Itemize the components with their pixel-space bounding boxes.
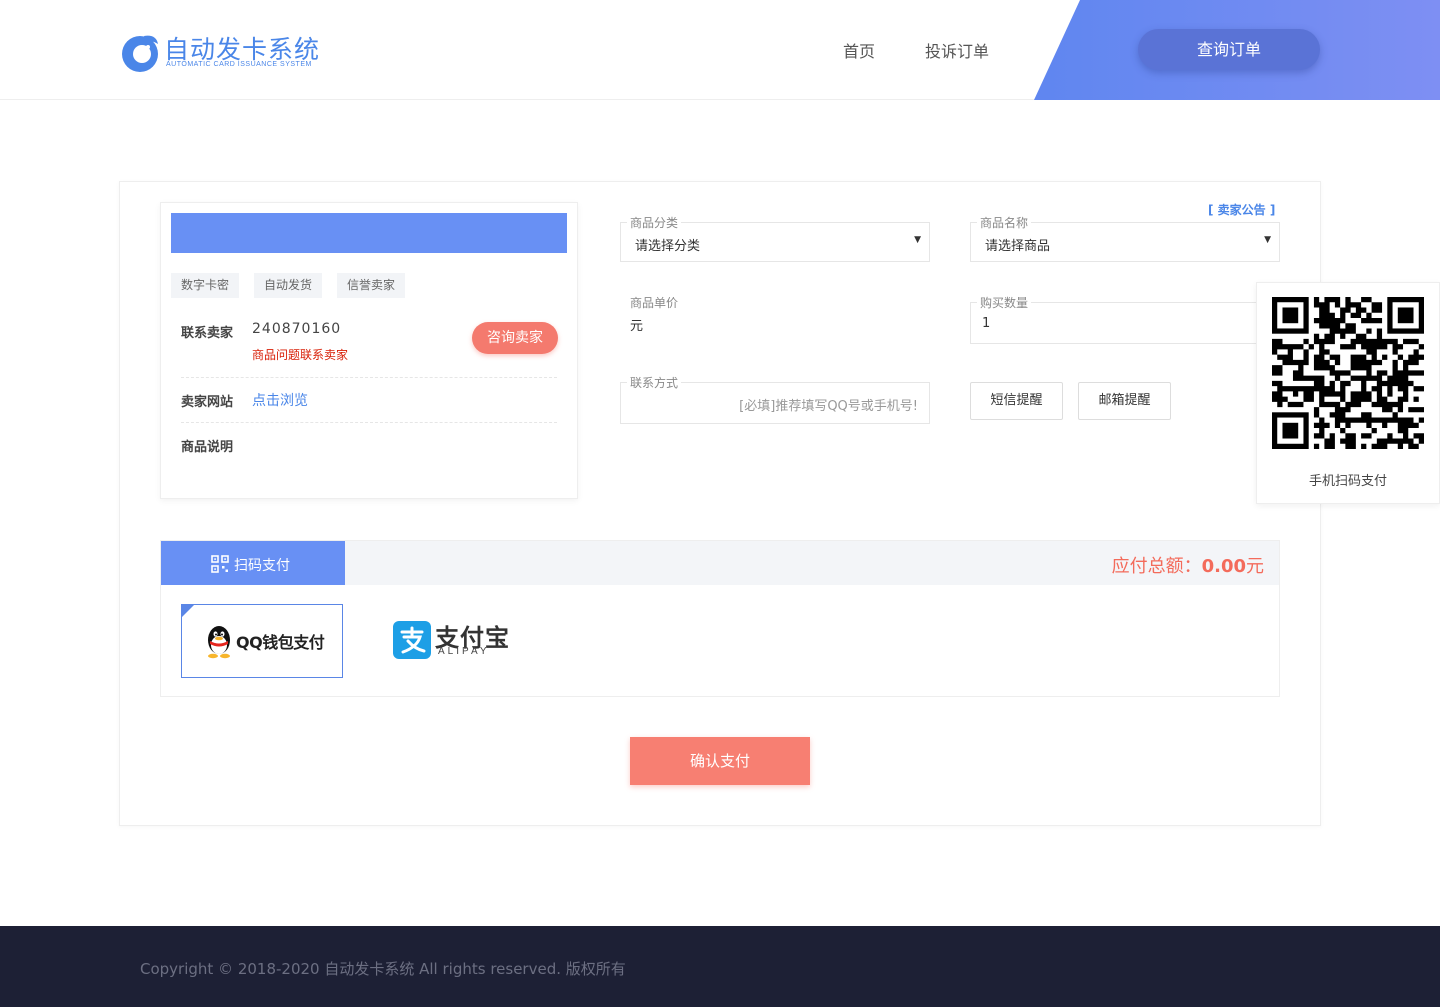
contact-seller-value: 240870160 (252, 321, 342, 337)
product-name-value: 请选择商品 (985, 239, 1051, 254)
dropdown-arrow-icon: ▼ (1264, 235, 1271, 245)
email-reminder-button[interactable]: 邮箱提醒 (1078, 382, 1171, 420)
total-value: 0.00 (1201, 556, 1246, 577)
qq-wallet-label: QQ钱包支付 (236, 633, 325, 652)
seller-site-link[interactable]: 点击浏览 (252, 390, 308, 410)
alipay-sublabel: ALIPAY (438, 646, 490, 657)
product-name-label: 商品名称 (977, 214, 1032, 231)
quantity-label: 购买数量 (977, 294, 1032, 311)
nav-complaint-order[interactable]: 投诉订单 (925, 38, 989, 62)
seller-panel: 数字卡密 自动发货 信誉卖家 联系卖家 240870160 商品问题联系卖家 咨… (160, 202, 578, 499)
contact-input-placeholder: [必填]推荐填写QQ号或手机号! (739, 399, 918, 414)
copyright-text: Copyright © 2018-2020 自动发卡系统 All rights … (140, 960, 626, 978)
header: 自动发卡系统 AUTOMATIC CARD ISSUANCE SYSTEM 首页… (0, 0, 1440, 100)
tag-trusted-seller: 信誉卖家 (337, 273, 406, 298)
qq-penguin-icon (208, 626, 230, 659)
product-description-label: 商品说明 (181, 440, 234, 455)
dropdown-arrow-icon: ▼ (914, 235, 921, 245)
logo-subtitle: AUTOMATIC CARD ISSUANCE SYSTEM (166, 61, 312, 68)
query-order-button[interactable]: 查询订单 (1138, 29, 1320, 70)
pay-option-qq-wallet[interactable]: QQ钱包支付 (181, 604, 343, 678)
tag-auto-delivery: 自动发货 (254, 273, 323, 298)
category-value: 请选择分类 (635, 239, 701, 254)
divider (181, 377, 557, 378)
seller-banner (171, 213, 567, 253)
logo[interactable]: 自动发卡系统 AUTOMATIC CARD ISSUANCE SYSTEM (118, 28, 319, 76)
category-label: 商品分类 (627, 214, 682, 231)
payment-header: 扫码支付 应付总额：0.00元 (161, 541, 1279, 585)
selected-corner-marker (182, 605, 194, 617)
divider (181, 422, 557, 423)
tag-digital-card: 数字卡密 (171, 273, 240, 298)
footer: Copyright © 2018-2020 自动发卡系统 All rights … (0, 926, 1440, 1007)
sms-reminder-button[interactable]: 短信提醒 (970, 382, 1063, 420)
seller-notice-link[interactable]: [ 卖家公告 ] (1208, 201, 1275, 218)
nav-home[interactable]: 首页 (843, 38, 875, 62)
payment-section: 扫码支付 应付总额：0.00元 QQ钱包支付 支付宝 ALIPAY (160, 540, 1280, 697)
seller-site-label: 卖家网站 (181, 395, 234, 410)
contact-seller-hint: 商品问题联系卖家 (252, 348, 349, 362)
qr-caption: 手机扫码支付 (1308, 474, 1387, 489)
total-amount: 应付总额：0.00元 (1112, 552, 1264, 578)
alipay-icon (393, 621, 431, 659)
contact-method-label: 联系方式 (627, 374, 682, 391)
contact-seller-label: 联系卖家 (181, 326, 234, 341)
unit-price-value: 元 (630, 319, 644, 334)
qr-pay-panel: 手机扫码支付 (1256, 282, 1440, 504)
tab-scan-pay[interactable]: 扫码支付 (161, 541, 345, 585)
pay-option-alipay[interactable]: 支付宝 ALIPAY (381, 604, 511, 678)
quantity-value: 1 (982, 316, 991, 331)
confirm-payment-button[interactable]: 确认支付 (630, 737, 810, 785)
tab-scan-pay-label: 扫码支付 (234, 558, 290, 574)
consult-seller-button[interactable]: 咨询卖家 (472, 322, 558, 354)
logo-icon (122, 35, 158, 72)
total-label: 应付总额： (1111, 556, 1202, 577)
qr-icon (211, 555, 229, 573)
unit-price-label: 商品单价 (627, 294, 682, 311)
qr-code (1272, 297, 1424, 449)
total-unit: 元 (1246, 556, 1264, 577)
